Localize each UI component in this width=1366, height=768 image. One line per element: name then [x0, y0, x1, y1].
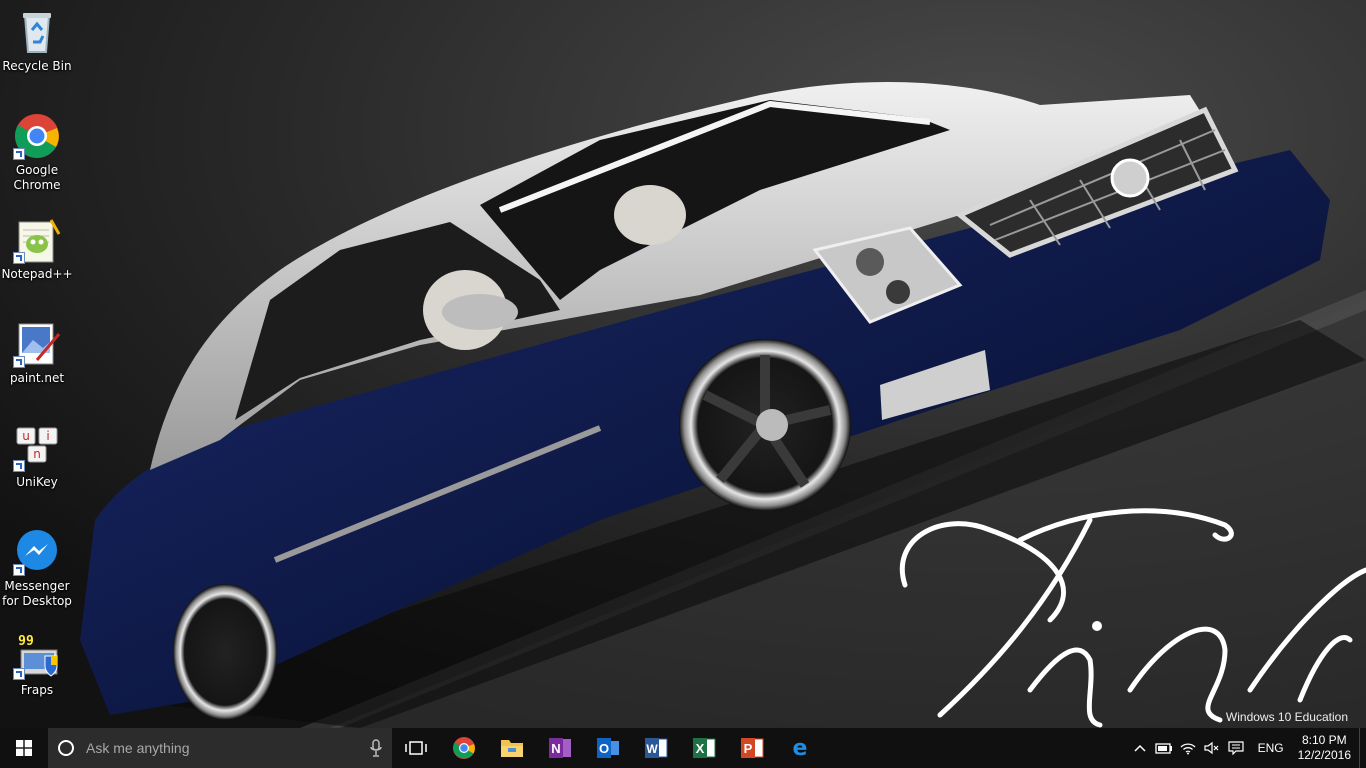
messenger-icon — [13, 528, 61, 576]
shortcut-arrow-icon — [13, 356, 25, 368]
cortana-icon — [58, 740, 74, 756]
powerpoint-letter: P — [744, 741, 753, 756]
task-view-icon — [405, 741, 427, 755]
word-icon: W — [645, 738, 668, 758]
shortcut-arrow-icon — [13, 668, 25, 680]
desktop-icon-fraps[interactable]: 99 Fraps — [2, 632, 72, 698]
clock-time: 8:10 PM — [1301, 733, 1347, 747]
chevron-up-icon — [1134, 744, 1146, 752]
desktop-icon-messenger[interactable]: Messenger for Desktop — [2, 528, 72, 609]
excel-letter: X — [696, 741, 705, 756]
notepad-plus-plus-icon — [13, 216, 61, 264]
task-view-button[interactable] — [392, 728, 440, 768]
paint-net-icon — [13, 320, 61, 368]
desktop-icon-label: Recycle Bin — [2, 59, 72, 73]
onenote-icon: N — [549, 738, 571, 758]
shortcut-arrow-icon — [13, 564, 25, 576]
fraps-badge: 99 — [18, 634, 34, 649]
outlook-letter: O — [599, 741, 609, 756]
edge-icon: e — [793, 736, 808, 760]
chrome-icon — [13, 112, 61, 160]
shortcut-arrow-icon — [13, 460, 25, 472]
show-hidden-icons-button[interactable] — [1128, 728, 1152, 768]
onenote-letter: N — [551, 741, 560, 756]
recycle-bin-icon — [13, 8, 61, 56]
search-placeholder: Ask me anything — [86, 740, 190, 756]
volume-muted-icon — [1203, 741, 1219, 755]
microphone-icon[interactable] — [370, 739, 382, 757]
powerpoint-icon: P — [741, 738, 764, 758]
desktop-icon-recycle-bin[interactable]: Recycle Bin — [2, 8, 72, 74]
unikey-letter-i: i — [46, 429, 49, 443]
chrome-icon — [453, 737, 475, 759]
desktop-icon-label: Notepad++ — [1, 267, 73, 281]
desktop-icon-label: paint.net — [9, 371, 65, 385]
unikey-letter-u: u — [22, 429, 30, 443]
desktop-icon-label: Fraps — [20, 683, 54, 697]
taskbar-file-explorer-button[interactable] — [488, 728, 536, 768]
windows-edition-watermark: Windows 10 Education — [1225, 710, 1348, 724]
excel-icon: X — [693, 738, 716, 758]
taskbar-edge-button[interactable]: e — [776, 728, 824, 768]
desktop-icon-label: Messenger for Desktop — [2, 579, 72, 608]
system-tray: ENG 8:10 PM 12/2/2016 — [1128, 728, 1366, 768]
folder-icon — [501, 740, 523, 757]
action-center-button[interactable] — [1224, 728, 1248, 768]
desktop-icon-label: UniKey — [16, 475, 58, 489]
desktop-wallpaper — [0, 0, 1366, 728]
taskbar-word-button[interactable]: W — [632, 728, 680, 768]
taskbar-onenote-button[interactable]: N — [536, 728, 584, 768]
windows-logo-icon — [16, 740, 32, 756]
shortcut-arrow-icon — [13, 252, 25, 264]
edge-letter: e — [793, 736, 808, 760]
taskbar-outlook-button[interactable]: O — [584, 728, 632, 768]
taskbar: Ask me anything N O W X P e ENG 8:10 PM … — [0, 728, 1366, 768]
unikey-icon: u i n — [13, 424, 61, 472]
clock[interactable]: 8:10 PM 12/2/2016 — [1294, 733, 1359, 763]
shortcut-arrow-icon — [13, 148, 25, 160]
clock-date: 12/2/2016 — [1297, 748, 1351, 762]
notification-icon — [1227, 741, 1244, 755]
desktop-icon-paint-net[interactable]: paint.net — [2, 320, 72, 386]
desktop-icon-label: Google Chrome — [13, 163, 61, 192]
desktop-icon-notepad-plus-plus[interactable]: Notepad++ — [1, 216, 73, 282]
volume-button[interactable] — [1200, 728, 1224, 768]
outlook-icon: O — [597, 738, 619, 758]
unikey-letter-n: n — [33, 447, 41, 461]
taskbar-chrome-button[interactable] — [440, 728, 488, 768]
wifi-icon — [1180, 743, 1196, 755]
taskbar-excel-button[interactable]: X — [680, 728, 728, 768]
battery-charging-icon — [1154, 743, 1172, 754]
word-letter: W — [646, 742, 658, 756]
desktop-icon-google-chrome[interactable]: Google Chrome — [2, 112, 72, 193]
battery-button[interactable] — [1152, 728, 1176, 768]
show-desktop-button[interactable] — [1359, 728, 1366, 768]
fraps-icon: 99 — [13, 632, 61, 680]
wifi-button[interactable] — [1176, 728, 1200, 768]
taskbar-powerpoint-button[interactable]: P — [728, 728, 776, 768]
input-language-indicator[interactable]: ENG — [1248, 741, 1294, 755]
cortana-search-box[interactable]: Ask me anything — [48, 728, 392, 768]
start-button[interactable] — [0, 728, 48, 768]
desktop-icon-unikey[interactable]: u i n UniKey — [2, 424, 72, 490]
